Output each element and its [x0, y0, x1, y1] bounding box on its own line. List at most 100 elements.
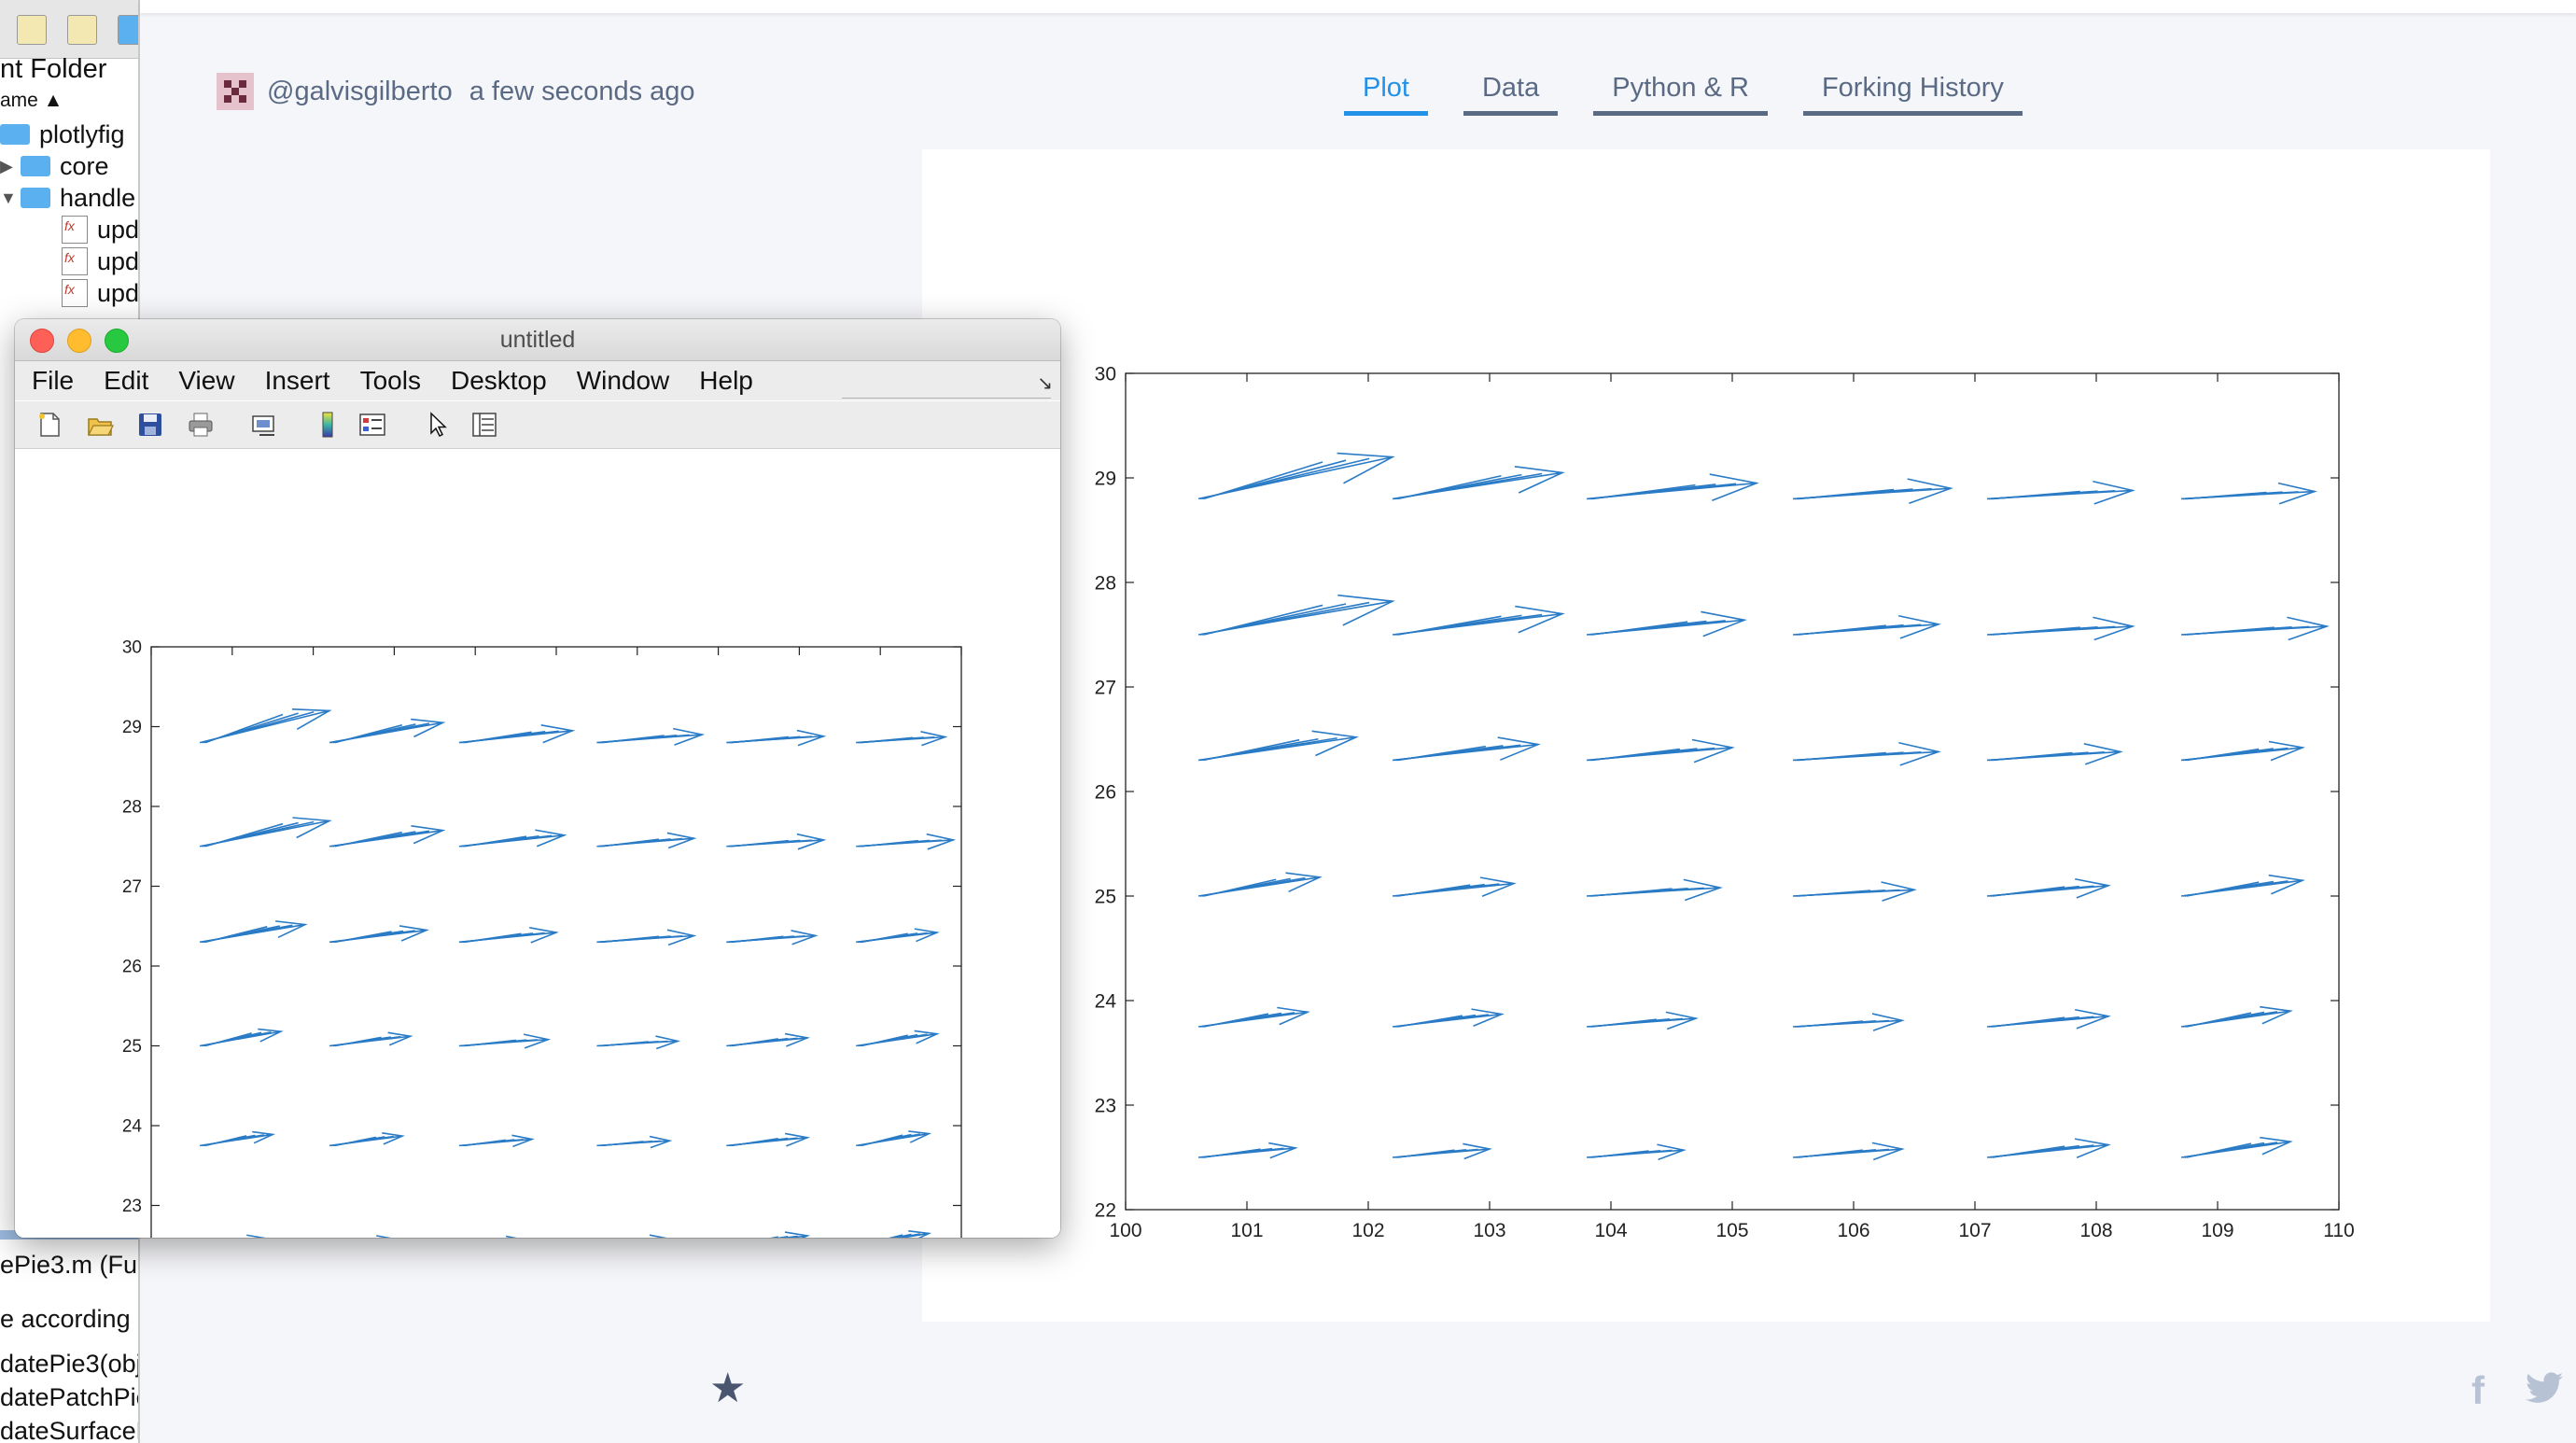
quiver-arrow	[726, 729, 827, 747]
quiver-arrow	[458, 829, 567, 848]
y-tick-label: 25	[122, 1037, 142, 1057]
quiver-arrow	[199, 1130, 276, 1147]
tree-item[interactable]: upd	[0, 245, 138, 277]
x-tick-label: 105	[1715, 1220, 1748, 1241]
legend-icon[interactable]	[358, 411, 386, 439]
quiver-arrow	[458, 1134, 535, 1148]
browser-toolbar	[0, 0, 138, 59]
function-list-item[interactable]: datePatchPie	[0, 1383, 138, 1412]
quiver-arrow	[1586, 738, 1735, 764]
x-tick-label: 110	[2323, 1220, 2354, 1241]
y-tick-label: 23	[122, 1197, 142, 1216]
expand-arrow-icon[interactable]: ▶	[0, 157, 21, 176]
dock-figure-icon[interactable]: ↘	[1037, 371, 1053, 395]
plotly-quiver-chart[interactable]: 100 101 102 103 104 105 106 107 108 109 110 22 23 24 2…	[922, 149, 2490, 1322]
tab-0[interactable]: Plot	[1344, 73, 1428, 116]
quiver-arrow	[1392, 1142, 1492, 1160]
quiver-arrow	[726, 1132, 810, 1147]
save-icon[interactable]	[136, 411, 164, 439]
browse-folder-icon[interactable]	[67, 15, 97, 45]
quiver-arrow	[458, 1033, 552, 1049]
file-detail-text: e according	[0, 1305, 131, 1333]
quiver-arrow	[2180, 1005, 2293, 1028]
x-tick-label: 107	[1958, 1220, 1991, 1241]
x-tick-label: 106	[1837, 1220, 1869, 1241]
quiver-arrow	[505, 1235, 517, 1238]
menu-item[interactable]: File	[32, 366, 74, 396]
window-title: untitled	[499, 327, 576, 353]
link-plot-icon[interactable]	[250, 411, 278, 439]
menu-item[interactable]: Help	[699, 366, 753, 396]
quiver-arrow	[596, 1035, 681, 1050]
window-title-bar[interactable]: untitled	[15, 319, 1060, 361]
quiver-arrow	[596, 727, 706, 746]
quiver-arrow	[2180, 740, 2305, 762]
tree-item[interactable]: upd	[0, 277, 140, 309]
star-icon[interactable]: ★	[709, 1365, 746, 1412]
avatar[interactable]	[217, 73, 254, 110]
quiver-arrow	[199, 920, 308, 944]
twitter-icon[interactable]	[2526, 1372, 2563, 1404]
axes-frame	[1125, 372, 2340, 1211]
quiver-arrow	[856, 928, 940, 944]
quiver-arrow	[1586, 473, 1759, 501]
quiver-arrow	[649, 1234, 667, 1238]
tab-2[interactable]: Python & R	[1593, 73, 1768, 116]
quiver-arrow	[596, 929, 697, 946]
quiver-arrow	[1792, 1013, 1905, 1031]
menu-item[interactable]: Tools	[360, 366, 421, 396]
menu-item[interactable]: Desktop	[451, 366, 547, 396]
quiver-arrow	[1986, 743, 2123, 765]
facebook-icon[interactable]: f	[2471, 1368, 2485, 1413]
quiver-arrow	[376, 1235, 392, 1238]
tree-item[interactable]: plotlyfig	[0, 119, 125, 150]
tree-item[interactable]: upd	[0, 214, 138, 245]
open-file-icon[interactable]	[86, 411, 114, 439]
quiver-arrow	[329, 718, 446, 744]
menu-item[interactable]: Edit	[104, 366, 148, 396]
tree-item[interactable]: ▶ core	[0, 150, 109, 182]
tab-3[interactable]: Forking History	[1802, 73, 2023, 116]
new-figure-icon[interactable]	[35, 411, 63, 439]
x-tick-label: 108	[2079, 1220, 2112, 1241]
name-column-header[interactable]: ame ▲	[0, 90, 63, 112]
tab-1[interactable]: Data	[1463, 73, 1559, 116]
axes-frame	[150, 646, 962, 1238]
print-icon[interactable]	[187, 411, 215, 439]
quiver-arrow	[596, 832, 697, 849]
quiver-arrow	[246, 1234, 267, 1238]
quiver-arrow	[2180, 874, 2305, 897]
folder-view-icon[interactable]	[118, 15, 138, 45]
collapse-arrow-icon[interactable]: ▼	[0, 189, 21, 208]
colorbar-icon[interactable]	[314, 411, 342, 439]
quiver-arrow	[1586, 1011, 1699, 1030]
tree-item-label: plotlyfig	[39, 119, 125, 148]
menu-item[interactable]: Window	[577, 366, 670, 396]
quiver-arrow	[1392, 876, 1517, 897]
quiver-arrow	[329, 1132, 405, 1147]
quiver-arrow	[329, 825, 446, 848]
tree-item[interactable]: ▼ handle	[0, 182, 135, 214]
y-tick-label: 26	[122, 958, 142, 977]
folder-icon	[21, 188, 50, 208]
author-username[interactable]: @galvisgilberto	[267, 77, 453, 107]
x-tick-label: 100	[1109, 1220, 1141, 1241]
function-list-item[interactable]: datePie3(obj,	[0, 1350, 138, 1379]
author-info: @galvisgilberto a few seconds ago	[217, 73, 695, 110]
figure-canvas[interactable]: 1001011021031041051061071081091102223242…	[15, 449, 1060, 1238]
matlab-figure-window[interactable]: untitled File Edit View Insert Tools Desktop W…	[15, 319, 1060, 1238]
property-editor-icon[interactable]	[470, 411, 498, 439]
pointer-icon[interactable]	[424, 411, 452, 439]
quiver-arrow	[726, 1032, 810, 1047]
menu-item[interactable]: View	[178, 366, 234, 396]
y-tick-label: 25	[1095, 886, 1116, 907]
matlab-quiver-chart[interactable]: 1001011021031041051061071081091102223242…	[15, 449, 1060, 1238]
quiver-arrow	[1586, 610, 1747, 637]
function-list-item[interactable]: dateSurfaceP	[0, 1417, 138, 1443]
folder-icon	[0, 124, 30, 145]
menu-item[interactable]: Insert	[265, 366, 330, 396]
tree-item-label: upd	[97, 278, 140, 307]
x-tick-label: 104	[1594, 1220, 1627, 1241]
up-folder-icon[interactable]	[17, 15, 47, 45]
y-tick-label: 23	[1095, 1095, 1116, 1116]
